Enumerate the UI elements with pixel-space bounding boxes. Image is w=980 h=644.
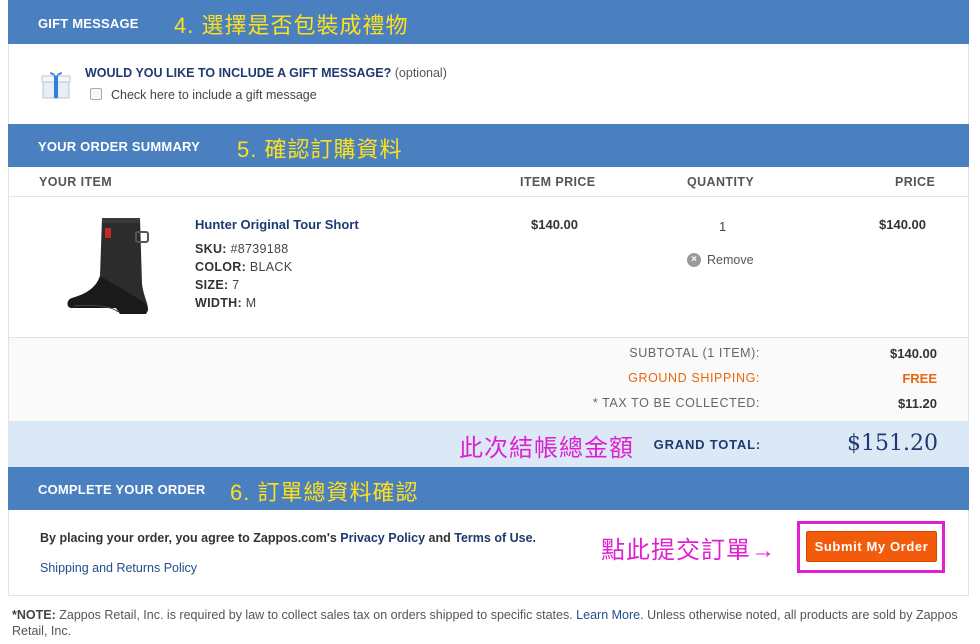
line-price-value: $140.00 (879, 217, 926, 232)
gift-optional-label: (optional) (394, 66, 447, 80)
subtotal-value: $140.00 (890, 346, 937, 361)
tax-note: *NOTE: Zappos Retail, Inc. is required b… (12, 607, 967, 639)
gift-icon (41, 72, 71, 99)
submit-annotation: 點此提交訂單→ (601, 537, 776, 564)
col-item-price: ITEM PRICE (520, 175, 596, 189)
summary-annotation: 5. 確認訂購資料 (237, 137, 403, 162)
col-quantity: QUANTITY (687, 175, 755, 189)
complete-annotation: 6. 訂單總資料確認 (230, 480, 419, 505)
note-text: Zappos Retail, Inc. is required by law t… (59, 608, 573, 622)
color-label: COLOR: (195, 260, 247, 274)
product-sku: SKU: #8739188 (195, 242, 289, 256)
product-name-link[interactable]: Hunter Original Tour Short (195, 217, 359, 232)
grand-total-annotation: 此次結帳總金額 (459, 435, 634, 462)
item-price-value: $140.00 (531, 217, 578, 232)
col-your-item: YOUR ITEM (39, 175, 113, 189)
product-size: SIZE: 7 (195, 278, 240, 292)
gift-question: WOULD YOU LIKE TO INCLUDE A GIFT MESSAGE… (85, 66, 447, 80)
ground-shipping-value: FREE (902, 371, 937, 386)
agree-suffix: . (532, 531, 537, 545)
terms-of-use-link[interactable]: Terms of Use (454, 531, 532, 545)
gift-question-text: WOULD YOU LIKE TO INCLUDE A GIFT MESSAGE… (85, 66, 392, 80)
sku-label: SKU: (195, 242, 227, 256)
order-summary-title: YOUR ORDER SUMMARY (38, 139, 201, 154)
product-width: WIDTH: M (195, 296, 256, 310)
gift-message-title: GIFT MESSAGE (38, 16, 139, 31)
learn-more-link[interactable]: Learn More. (576, 608, 643, 622)
size-label: SIZE: (195, 278, 229, 292)
totals-block: SUBTOTAL (1 ITEM): $140.00 GROUND SHIPPI… (8, 338, 969, 421)
tax-label: * TAX TO BE COLLECTED: (592, 396, 760, 410)
agree-and: and (428, 531, 451, 545)
rain-boot-image[interactable] (62, 214, 154, 318)
order-summary-bar: YOUR ORDER SUMMARY 5. 確認訂購資料 (8, 124, 969, 167)
submit-order-button[interactable]: Submit My Order (806, 531, 937, 562)
shipping-returns-link[interactable]: Shipping and Returns Policy (40, 561, 197, 575)
remove-label: Remove (707, 253, 754, 267)
ground-shipping-label: GROUND SHIPPING: (628, 371, 760, 385)
tax-value: $11.20 (897, 396, 937, 411)
gift-checkbox-label[interactable]: Check here to include a gift message (111, 88, 317, 102)
gift-annotation: 4. 選擇是否包裝成禮物 (174, 13, 409, 38)
complete-order-bar: COMPLETE YOUR ORDER 6. 訂單總資料確認 (8, 467, 969, 510)
remove-x-icon: × (687, 253, 701, 267)
subtotal-label: SUBTOTAL (1 ITEM): (629, 346, 760, 360)
width-label: WIDTH: (195, 296, 242, 310)
product-color: COLOR: BLACK (195, 260, 292, 274)
note-label: *NOTE: (12, 608, 56, 622)
header-divider (8, 196, 969, 197)
gift-message-bar: GIFT MESSAGE 4. 選擇是否包裝成禮物 (8, 0, 969, 44)
grand-total-band: 此次結帳總金額 GRAND TOTAL: $151.20 (8, 421, 969, 467)
col-price: PRICE (895, 175, 936, 189)
color-value: BLACK (249, 260, 293, 274)
complete-order-title: COMPLETE YOUR ORDER (38, 482, 206, 497)
remove-button[interactable]: × Remove (687, 253, 754, 267)
grand-total-value: $151.20 (847, 431, 938, 456)
gift-panel (8, 44, 969, 124)
quantity-value: 1 (719, 219, 727, 234)
grand-total-label: GRAND TOTAL: (653, 437, 761, 452)
gift-message-checkbox[interactable] (90, 88, 102, 100)
size-value: 7 (232, 278, 240, 292)
privacy-policy-link[interactable]: Privacy Policy (340, 531, 425, 545)
width-value: M (245, 296, 257, 310)
sku-value: #8739188 (230, 242, 289, 256)
agreement-text: By placing your order, you agree to Zapp… (40, 531, 536, 545)
agree-prefix: By placing your order, you agree to Zapp… (40, 531, 337, 545)
